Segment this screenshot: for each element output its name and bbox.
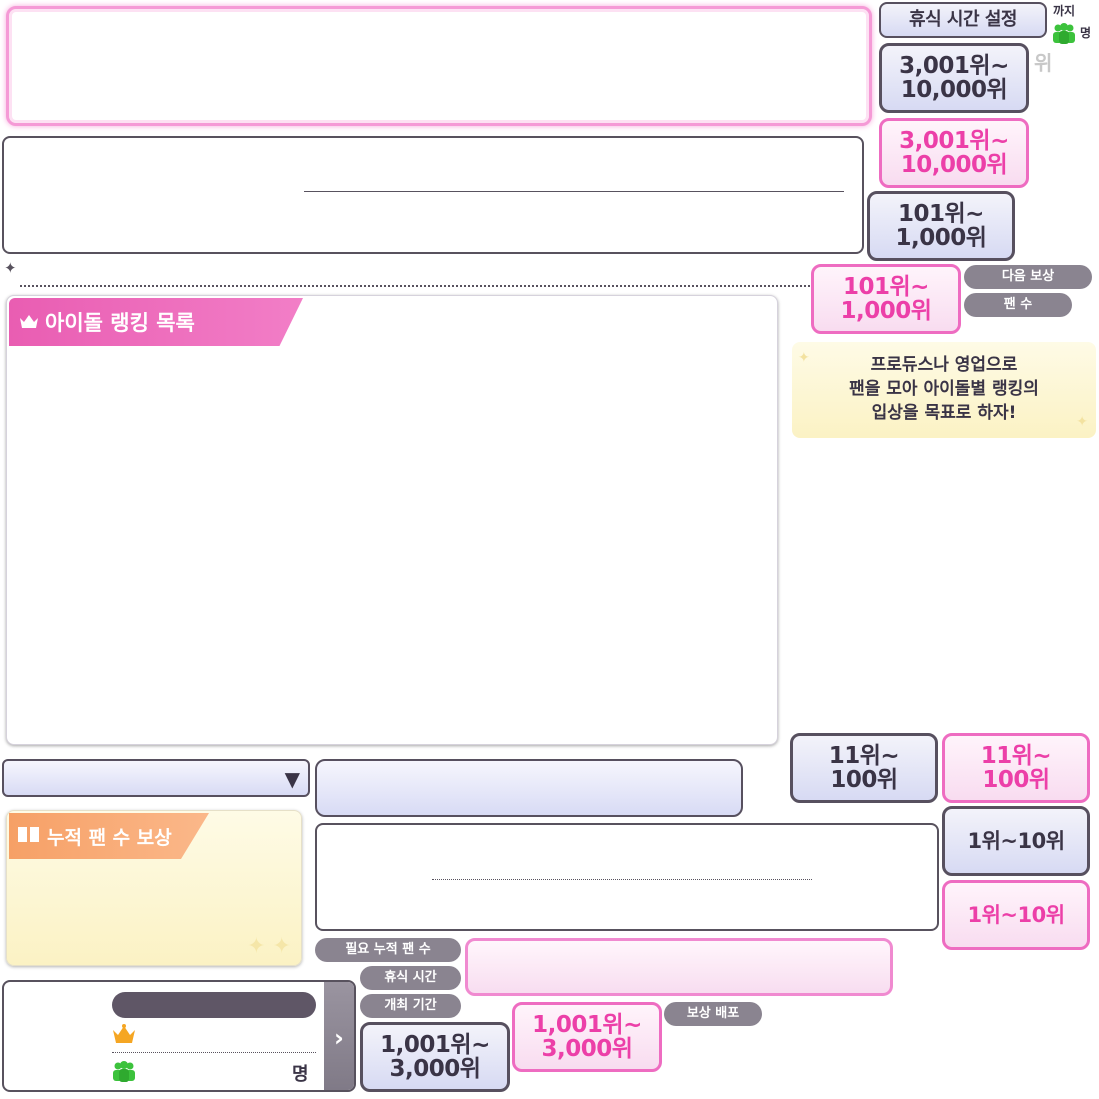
card-people-unit: 명 bbox=[292, 1064, 309, 1085]
dotted-divider bbox=[20, 285, 810, 287]
rest-time-pill: 휴식 시간 bbox=[360, 966, 461, 990]
event-banner-bar bbox=[315, 759, 743, 817]
cumulative-fan-reward-panel: 누적 팬 수 보상 ✦ ✦ bbox=[6, 810, 302, 966]
info-underline bbox=[304, 191, 844, 192]
rank-label-line1: 1,001위~ bbox=[532, 1011, 642, 1038]
hint-line2: 팬을 모아 아이돌별 랭킹의 bbox=[849, 379, 1039, 399]
rank-label-line2: 100위 bbox=[830, 767, 898, 793]
rank-3001-10000-button[interactable]: 3,001위~ 10,000위 bbox=[879, 43, 1029, 113]
next-reward-pill: 다음 보상 bbox=[964, 265, 1092, 289]
rank-3001-10000-selected-button[interactable]: 3,001위~ 10,000위 bbox=[879, 118, 1029, 188]
rank-label-line1: 101위~ bbox=[843, 273, 929, 300]
triangle-down-icon: ▼ bbox=[284, 767, 300, 791]
rank-label: 1위~10위 bbox=[967, 902, 1065, 927]
sparkle-icon: ✦ ✦ bbox=[247, 934, 291, 959]
rest-time-setting-button[interactable]: 휴식 시간 설정 bbox=[879, 2, 1047, 38]
card-dotted-line bbox=[112, 1052, 316, 1053]
rank-101-1000-selected-button[interactable]: 101위~ 1,000위 bbox=[811, 264, 961, 334]
required-fans-pill: 필요 누적 팬 수 bbox=[315, 938, 461, 962]
rank-1001-3000-selected-button[interactable]: 1,001위~ 3,000위 bbox=[512, 1002, 662, 1072]
rank-11-100-selected-button[interactable]: 11위~ 100위 bbox=[942, 733, 1090, 803]
event-period-pill: 개최 기간 bbox=[360, 994, 461, 1018]
rank-11-100-button[interactable]: 11위~ 100위 bbox=[790, 733, 938, 803]
until-label: 까지 bbox=[1053, 4, 1076, 18]
cumulative-fan-reward-tab: 누적 팬 수 보상 bbox=[9, 813, 209, 859]
rank-label: 1위~10위 bbox=[967, 828, 1065, 853]
dropdown-select[interactable]: ▼ bbox=[2, 759, 310, 797]
rank-label-line2: 1,000위 bbox=[895, 225, 987, 251]
name-bar bbox=[112, 992, 316, 1018]
people-icon bbox=[1052, 22, 1076, 44]
sparkle-icon: ✦ bbox=[4, 259, 17, 277]
idol-ranking-list-tab: 아이돌 랭킹 목록 bbox=[9, 298, 303, 346]
sparkle-icon: ✦ bbox=[1076, 414, 1088, 430]
rank-label-line1: 3,001위~ bbox=[899, 127, 1009, 154]
rank-label-line2: 3,000위 bbox=[389, 1056, 481, 1082]
rest-time-setting-label: 휴식 시간 설정 bbox=[909, 8, 1017, 30]
rank-label-line2: 100위 bbox=[982, 767, 1050, 793]
detail-panel bbox=[315, 823, 939, 931]
rank-label-line2: 3,000위 bbox=[541, 1036, 633, 1062]
rank-label-line2: 10,000위 bbox=[900, 77, 1008, 103]
idol-card[interactable]: 명 › bbox=[2, 980, 356, 1092]
rank-1-10-button[interactable]: 1위~10위 bbox=[942, 806, 1090, 876]
hint-line3: 입상을 목표로 하자! bbox=[871, 403, 1017, 423]
gift-icon bbox=[17, 825, 41, 848]
rank-label-line2: 1,000위 bbox=[840, 298, 932, 324]
detail-dotted-line bbox=[432, 879, 812, 880]
rank-1001-3000-button[interactable]: 1,001위~ 3,000위 bbox=[360, 1022, 510, 1092]
rank-label-line1: 1,001위~ bbox=[380, 1031, 490, 1058]
hint-box: 프로듀스나 영업으로 팬을 모아 아이돌별 랭킹의 입상을 목표로 하자! ✦ … bbox=[792, 342, 1096, 438]
people-unit-label: 명 bbox=[1080, 26, 1092, 40]
rank-label-line2: 10,000위 bbox=[900, 152, 1008, 178]
fan-count-pill: 팬 수 bbox=[964, 293, 1072, 317]
crown-icon bbox=[112, 1024, 136, 1044]
reward-distribution-pill: 보상 배포 bbox=[664, 1002, 762, 1026]
rank-label-line1: 101위~ bbox=[898, 200, 984, 227]
people-icon bbox=[112, 1060, 136, 1082]
rank-label-line1: 3,001위~ bbox=[899, 52, 1009, 79]
rank-unit-label: 위 bbox=[1034, 51, 1053, 75]
chevron-right-icon[interactable]: › bbox=[324, 982, 354, 1090]
pink-banner-bar bbox=[465, 938, 893, 996]
rank-101-1000-button[interactable]: 101위~ 1,000위 bbox=[867, 191, 1015, 261]
rank-1-10-selected-button[interactable]: 1위~10위 bbox=[942, 880, 1090, 950]
idol-ranking-list-title: 아이돌 랭킹 목록 bbox=[45, 311, 195, 335]
info-panel bbox=[2, 136, 864, 254]
cumulative-fan-reward-title: 누적 팬 수 보상 bbox=[47, 826, 172, 849]
rank-label-line1: 11위~ bbox=[828, 742, 900, 769]
crown-icon bbox=[19, 310, 39, 334]
sparkle-icon: ✦ bbox=[798, 350, 810, 366]
idol-ranking-list-panel[interactable]: 아이돌 랭킹 목록 bbox=[6, 295, 778, 745]
hint-line1: 프로듀스나 영업으로 bbox=[870, 355, 1018, 375]
top-banner-panel bbox=[6, 6, 872, 126]
rank-label-line1: 11위~ bbox=[980, 742, 1052, 769]
